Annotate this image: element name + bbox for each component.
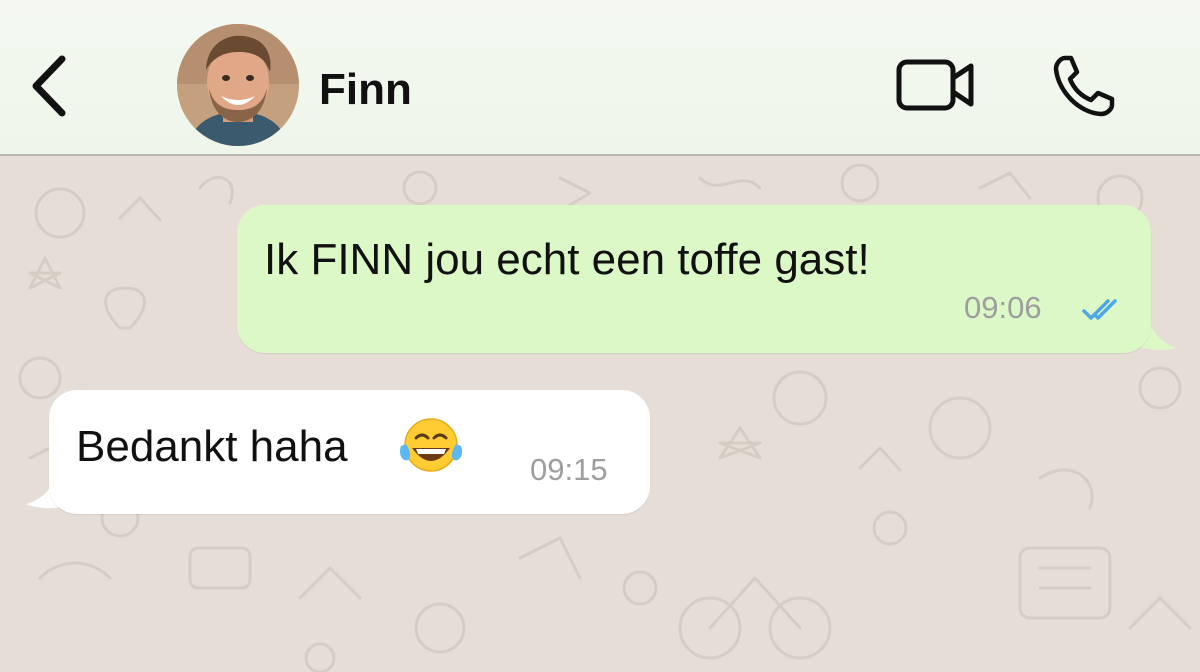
incoming-message-text: Bedankt haha xyxy=(76,422,348,471)
outgoing-message-bubble[interactable]: Ik FINN jou echt een toffe gast! 09:06 xyxy=(237,205,1151,353)
outgoing-message-text: Ik FINN jou echt een toffe gast! xyxy=(264,235,870,284)
video-call-button[interactable] xyxy=(893,50,979,120)
chat-header: Finn xyxy=(0,0,1200,156)
back-button[interactable] xyxy=(20,50,76,122)
contact-name[interactable]: Finn xyxy=(319,62,412,118)
outgoing-message-time: 09:06 xyxy=(964,290,1042,325)
double-check-icon xyxy=(1082,299,1117,320)
contact-avatar[interactable] xyxy=(177,24,299,146)
phone-icon xyxy=(1053,55,1115,117)
video-camera-icon xyxy=(896,59,974,111)
face-with-tears-of-joy-icon xyxy=(399,418,463,472)
voice-call-button[interactable] xyxy=(1046,46,1122,126)
message-list[interactable]: Ik FINN jou echt een toffe gast! 09:06 B… xyxy=(0,158,1200,672)
avatar-photo xyxy=(177,24,299,146)
incoming-message-time: 09:15 xyxy=(530,452,608,487)
chevron-left-icon xyxy=(32,55,66,117)
incoming-message-bubble[interactable]: Bedankt haha 09:15 xyxy=(49,390,650,514)
